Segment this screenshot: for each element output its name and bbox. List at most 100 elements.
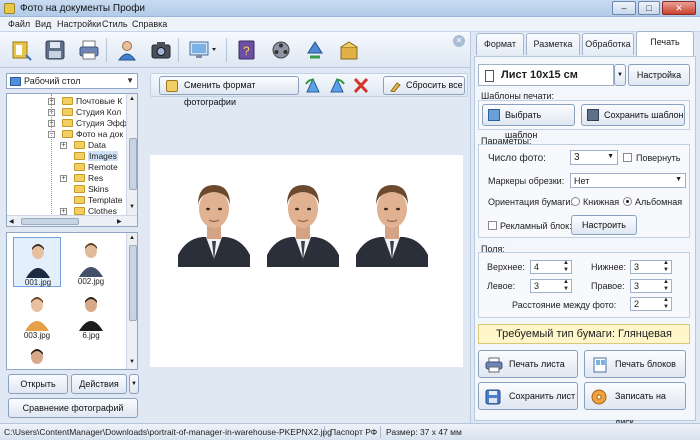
rotate-right-icon[interactable] [327,76,347,95]
chevron-down-icon[interactable]: ▼ [126,76,134,85]
camera-icon[interactable] [146,35,176,65]
thumbs-scroll-thumb[interactable] [129,245,137,321]
tree-item[interactable]: + Студия Эфф [7,118,127,129]
save-template-button[interactable]: Сохранить шаблон [581,104,685,126]
photo-thumbnail[interactable]: 6.jpg [67,291,115,341]
reset-all-label: Сбросить все [406,80,463,90]
tree-item[interactable]: + Data [7,140,125,151]
spinner-arrows-icon[interactable]: ▲ ▼ [663,279,669,293]
thumbs-vertical-scrollbar[interactable]: ▲ ▼ [126,233,137,369]
help-icon[interactable]: ? [232,35,262,65]
print-blocks-button[interactable]: Печать блоков [584,350,686,378]
close-button[interactable]: ✕ [662,1,696,15]
scroll-up-icon[interactable]: ▲ [129,96,135,102]
tab-layout[interactable]: Разметка [526,33,580,55]
print-sheet-button[interactable]: Печать листа [478,350,578,378]
save-sheet-button[interactable]: Сохранить лист [478,382,578,410]
tree-scroll-thumb[interactable] [129,138,137,190]
save-icon[interactable] [40,35,70,65]
tree-item[interactable]: + Студия Кол [7,107,125,118]
menu-settings[interactable]: Настройки [57,19,101,29]
passport-photo[interactable] [356,175,428,267]
right-margin-spinner[interactable]: 3 ▲ ▼ [630,279,672,293]
maximize-button[interactable]: □ [638,1,660,15]
photo-thumbnail[interactable]: 001.jpg [13,237,61,287]
orientation-landscape-radio[interactable] [623,197,632,206]
tab-format[interactable]: Формат [476,33,524,55]
photo-thumbnail[interactable]: 002.jpg [67,237,115,287]
tree-item[interactable]: + Почтовые К [7,96,125,107]
passport-photo[interactable] [267,175,339,267]
sheet-size-combo[interactable]: Лист 10x15 см [478,64,614,86]
photo-count-select[interactable]: 3 ▼ [570,150,618,165]
tree-item[interactable]: + Res [7,173,125,184]
tree-hscroll-thumb[interactable] [21,218,79,225]
chevron-down-icon[interactable]: ▼ [675,176,682,183]
tree-vertical-scrollbar[interactable]: ▲ ▼ [126,94,137,215]
rotate-checkbox[interactable] [623,153,632,162]
spinner-arrows-icon[interactable]: ▲ ▼ [563,279,569,293]
spinner-arrows-icon[interactable]: ▲ ▼ [663,260,669,274]
menu-file[interactable]: Файл [8,19,30,29]
photo-thumbnail[interactable]: 003.jpg [13,291,61,341]
tab-processing[interactable]: Обработка [582,33,634,55]
expand-icon[interactable]: + [60,142,67,149]
cut-markers-select[interactable]: Нет ▼ [570,173,686,188]
rotate-left-icon[interactable] [303,76,323,95]
video-icon[interactable] [266,35,296,65]
minimize-button[interactable]: – [612,1,636,15]
spinner-arrows-icon[interactable]: ▲ ▼ [563,260,569,274]
sheet-settings-button[interactable]: Настройка [628,64,690,86]
tree-item[interactable]: − Фото на док [7,129,125,140]
menu-help[interactable]: Справка [132,19,167,29]
expand-icon[interactable]: + [60,175,67,182]
tree-horizontal-scrollbar[interactable]: ◀ ▶ [7,215,137,226]
wizard-icon[interactable] [6,35,36,65]
tree-item[interactable]: Skins [7,184,125,195]
photo-toolbar: Сменить формат фотографии Сбросить все [150,73,468,107]
burn-disc-button[interactable]: Записать на диск [584,382,686,427]
sheet-size-dropdown-icon[interactable]: ▼ [614,64,626,86]
choose-template-button[interactable]: Выбрать шаблон [482,104,575,140]
compare-photos-button[interactable]: Сравнение фотографий [8,398,138,418]
change-format-button[interactable]: Сменить формат фотографии [159,76,299,107]
tree-item[interactable]: Template [7,195,125,206]
box-icon[interactable] [334,35,364,65]
delete-icon[interactable] [351,76,371,95]
actions-button[interactable]: Действия [71,374,127,394]
configure-ad-button[interactable]: Настроить [571,215,637,235]
reset-all-button[interactable]: Сбросить все [383,76,465,95]
actions-dropdown-icon[interactable]: ▼ [129,374,139,394]
photo-thumbnail[interactable] [13,343,61,369]
scroll-up-icon[interactable]: ▲ [129,235,135,241]
scroll-right-icon[interactable]: ▶ [117,218,122,225]
scroll-down-icon[interactable]: ▼ [129,204,135,210]
tree-item[interactable]: Remote [7,162,125,173]
tab-print[interactable]: Печать [636,31,694,56]
thumbnail-filename: 003.jpg [23,331,51,340]
chevron-down-icon[interactable]: ▼ [607,153,614,160]
menu-view[interactable]: Вид [35,19,51,29]
status-format: Паспорт РФ [330,427,378,437]
expand-icon[interactable]: + [60,208,67,215]
users-icon[interactable] [112,35,142,65]
scroll-down-icon[interactable]: ▼ [129,359,135,365]
print-icon[interactable] [74,35,104,65]
open-button[interactable]: Открыть [8,374,68,394]
close-panel-icon[interactable]: ✕ [453,35,465,47]
scroll-left-icon[interactable]: ◀ [9,218,14,225]
ad-block-checkbox[interactable] [488,221,497,230]
bottom-margin-spinner[interactable]: 3 ▲ ▼ [630,260,672,274]
passport-photo[interactable] [178,175,250,267]
recycle-icon[interactable] [300,35,330,65]
orientation-portrait-radio[interactable] [571,197,580,206]
left-margin-spinner[interactable]: 3 ▲ ▼ [530,279,572,293]
folder-combo[interactable]: Рабочий стол ▼ [6,73,138,89]
menu-style[interactable]: Стиль [102,19,128,29]
top-margin-spinner[interactable]: 4 ▲ ▼ [530,260,572,274]
screen-icon[interactable] [184,35,222,65]
gap-spinner[interactable]: 2 ▲ ▼ [630,297,672,311]
save-icon [485,389,501,415]
tree-item[interactable]: Images [7,151,125,162]
spinner-arrows-icon[interactable]: ▲ ▼ [663,297,669,311]
